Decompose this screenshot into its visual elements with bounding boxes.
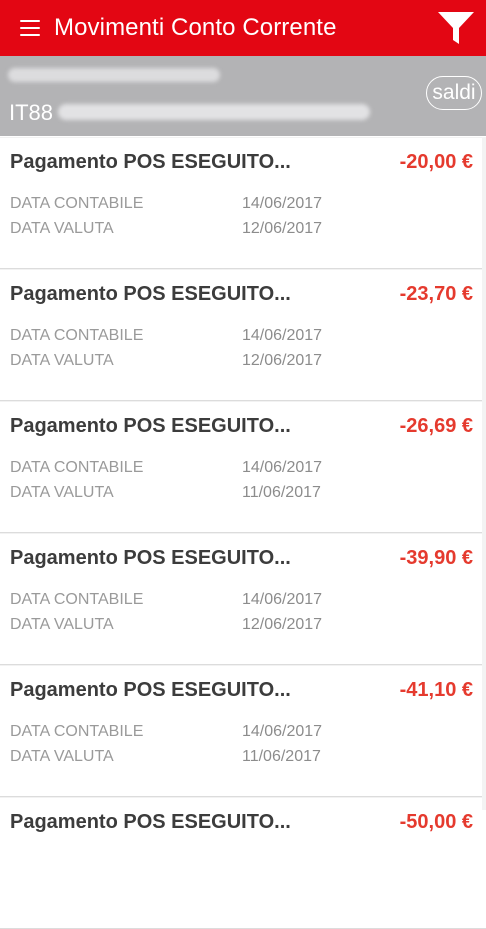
data-contabile-label: DATA CONTABILE	[10, 459, 144, 476]
data-valuta-value: 11/06/2017	[242, 748, 321, 765]
transaction-amount: -26,69 €	[399, 415, 473, 437]
transaction-description: Pagamento POS ESEGUITO...	[10, 283, 291, 305]
hamburger-menu-icon[interactable]	[20, 20, 40, 36]
filter-icon[interactable]	[436, 10, 476, 46]
transaction-row[interactable]: Pagamento POS ESEGUITO... -20,00 € DATA …	[0, 137, 486, 269]
transaction-row[interactable]: Pagamento POS ESEGUITO... -39,90 € DATA …	[0, 533, 486, 665]
transaction-amount: -23,70 €	[399, 283, 473, 305]
transaction-amount: -20,00 €	[399, 151, 473, 173]
account-summary: IT88	[0, 56, 486, 136]
transaction-description: Pagamento POS ESEGUITO...	[10, 679, 291, 701]
data-contabile-label: DATA CONTABILE	[10, 195, 144, 212]
transaction-amount: -39,90 €	[399, 547, 473, 569]
iban-prefix: IT88	[9, 100, 54, 125]
data-valuta-value: 12/06/2017	[242, 616, 323, 633]
data-valuta-label: DATA VALUTA	[10, 748, 114, 765]
data-contabile-label: DATA CONTABILE	[10, 327, 144, 344]
data-valuta-value: 12/06/2017	[242, 220, 323, 237]
transaction-description: Pagamento POS ESEGUITO...	[10, 415, 291, 437]
data-contabile-value: 14/06/2017	[242, 459, 323, 476]
transaction-row[interactable]: Pagamento POS ESEGUITO... -23,70 € DATA …	[0, 269, 486, 401]
data-contabile-label: DATA CONTABILE	[10, 591, 144, 608]
data-valuta-label: DATA VALUTA	[10, 220, 114, 237]
saldi-button[interactable]: saldi	[426, 76, 482, 110]
app-header: Movimenti Conto Corrente	[0, 0, 486, 56]
data-contabile-value: 14/06/2017	[242, 327, 323, 344]
transaction-description: Pagamento POS ESEGUITO...	[10, 811, 291, 833]
transaction-description: Pagamento POS ESEGUITO...	[10, 151, 291, 173]
transaction-row[interactable]: Pagamento POS ESEGUITO... -41,10 € DATA …	[0, 665, 486, 797]
data-valuta-value: 12/06/2017	[242, 352, 323, 369]
data-contabile-value: 14/06/2017	[242, 591, 323, 608]
data-valuta-label: DATA VALUTA	[10, 352, 114, 369]
data-contabile-value: 14/06/2017	[242, 195, 323, 212]
transaction-row[interactable]: Pagamento POS ESEGUITO... -50,00 €	[0, 797, 486, 929]
transaction-row[interactable]: Pagamento POS ESEGUITO... -26,69 € DATA …	[0, 401, 486, 533]
transactions-list: Pagamento POS ESEGUITO... -20,00 € DATA …	[0, 137, 486, 929]
transaction-amount: -50,00 €	[399, 811, 473, 833]
account-holder-redacted	[8, 68, 220, 82]
transaction-description: Pagamento POS ESEGUITO...	[10, 547, 291, 569]
iban-redacted	[58, 104, 370, 120]
data-contabile-label: DATA CONTABILE	[10, 723, 144, 740]
data-valuta-label: DATA VALUTA	[10, 616, 114, 633]
data-contabile-value: 14/06/2017	[242, 723, 323, 740]
data-valuta-label: DATA VALUTA	[10, 484, 114, 501]
data-valuta-value: 11/06/2017	[242, 484, 321, 501]
scroll-edge	[482, 137, 486, 810]
page-title: Movimenti Conto Corrente	[54, 14, 337, 41]
transaction-amount: -41,10 €	[399, 679, 473, 701]
